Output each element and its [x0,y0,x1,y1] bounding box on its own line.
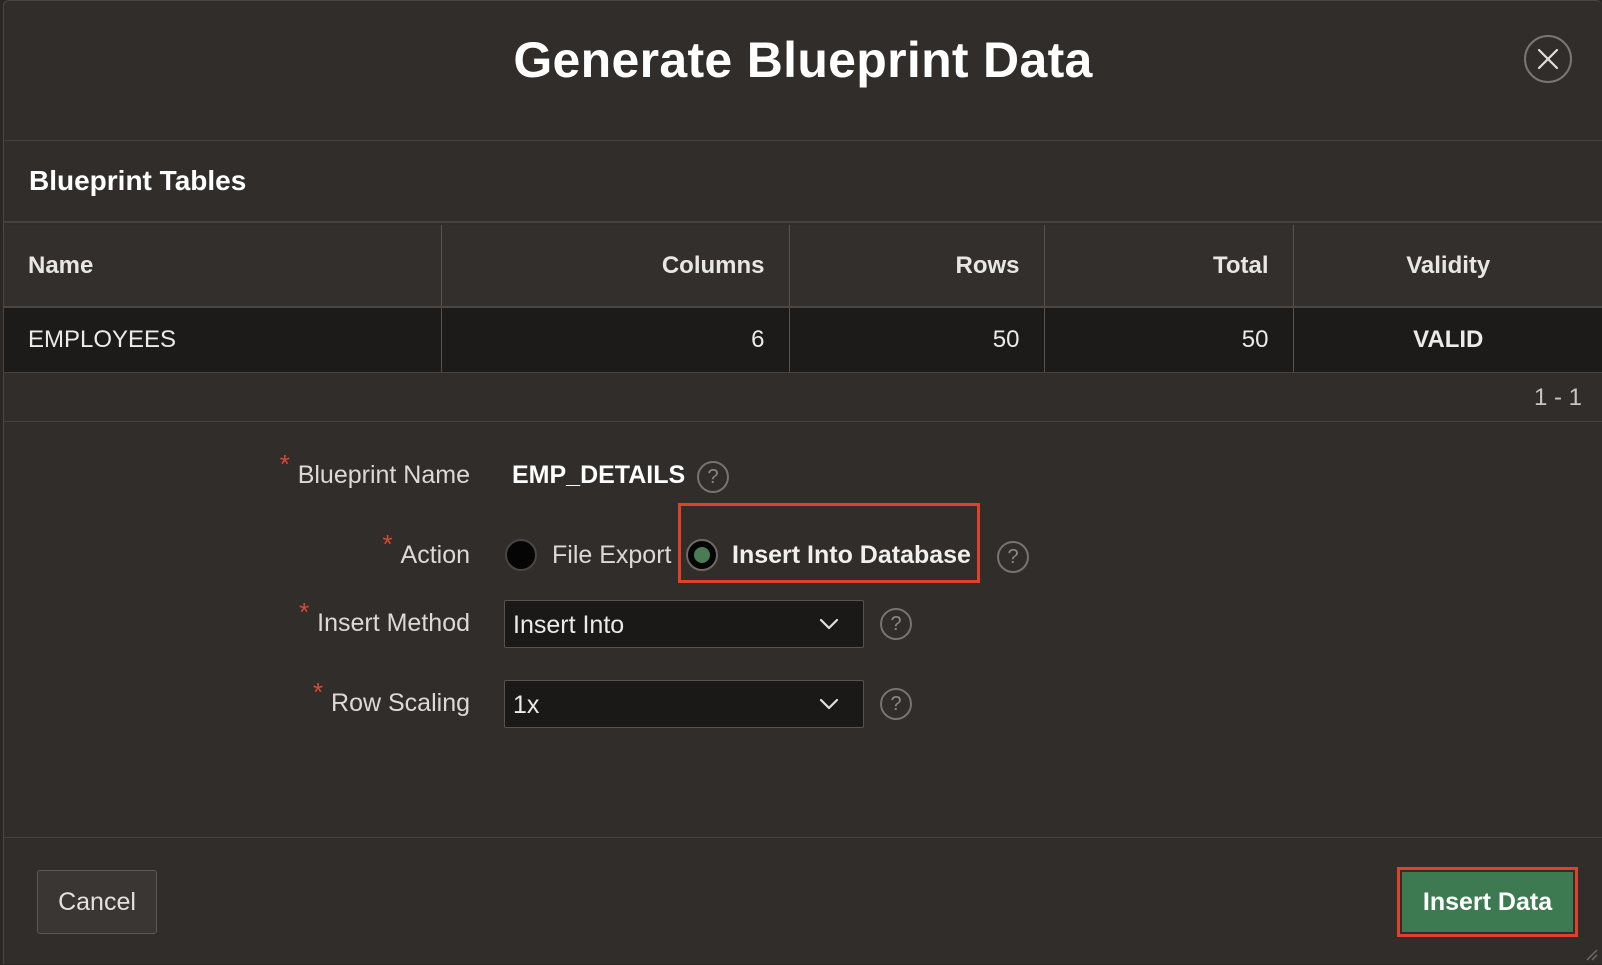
dialog-titlebar: Generate Blueprint Data [4,1,1602,141]
cell-total: 50 [1044,307,1294,373]
required-marker: * [299,597,310,627]
row-scaling-select[interactable]: 1x [504,680,864,728]
file-export-label[interactable]: File Export [552,541,671,570]
column-header-name[interactable]: Name [4,225,442,308]
column-header-validity[interactable]: Validity [1293,225,1602,308]
required-marker: * [382,529,393,559]
blueprint-name-label: Blueprint Name [297,461,470,489]
cancel-button[interactable]: Cancel [37,870,157,934]
action-label-wrap: * Action [383,529,470,570]
chevron-down-icon [819,698,839,710]
column-header-columns[interactable]: Columns [441,225,790,308]
action-row: * Action File Export Insert Into Databas… [4,527,1602,587]
close-button[interactable] [1524,35,1572,83]
required-marker: * [313,677,324,707]
blueprint-name-help-icon[interactable]: ? [697,461,729,493]
chevron-down-icon [819,618,839,630]
action-label: Action [400,541,470,569]
cell-name: EMPLOYEES [4,307,442,373]
row-scaling-value: 1x [513,691,540,719]
blueprint-name-row: * Blueprint Name EMP_DETAILS ? [4,447,1602,507]
insert-method-label: Insert Method [317,609,470,637]
dialog-title: Generate Blueprint Data [513,32,1093,88]
column-header-rows[interactable]: Rows [789,225,1045,308]
row-scaling-label-wrap: * Row Scaling [313,677,470,718]
cell-rows: 50 [789,307,1045,373]
cell-columns: 6 [441,307,790,373]
row-scaling-help-icon[interactable]: ? [880,688,912,720]
pagination-range: 1 - 1 [1533,384,1582,411]
table-row[interactable]: EMPLOYEES 6 50 50 VALID [4,307,1602,373]
insert-method-help-icon[interactable]: ? [880,608,912,640]
blueprint-name-value: EMP_DETAILS [512,461,686,489]
insert-method-select[interactable]: Insert Into [504,600,864,648]
cell-validity: VALID [1293,307,1602,373]
insert-data-button-highlight: Insert Data [1397,867,1578,937]
insert-method-value: Insert Into [513,611,625,639]
insert-into-database-label[interactable]: Insert Into Database [732,541,971,570]
required-marker: * [279,449,290,479]
insert-data-button[interactable]: Insert Data [1402,872,1573,932]
blueprint-name-label-wrap: * Blueprint Name [280,449,470,490]
generate-blueprint-dialog: Generate Blueprint Data Blueprint Tables… [3,0,1602,964]
column-header-total[interactable]: Total [1044,225,1294,308]
row-scaling-label: Row Scaling [331,689,470,717]
blueprint-tables-region-header: Blueprint Tables [4,141,1602,223]
action-help-icon[interactable]: ? [997,541,1029,573]
row-scaling-row: * Row Scaling 1x ? [4,677,1602,737]
region-title: Blueprint Tables [29,165,247,196]
resize-handle-icon[interactable] [1582,945,1598,961]
close-icon [1537,48,1559,70]
insert-into-database-radio[interactable] [686,539,718,571]
insert-method-row: * Insert Method Insert Into ? [4,597,1602,657]
blueprint-tables-grid: Name Columns Rows Total Validity EMPLOYE… [4,225,1602,373]
dialog-footer: Cancel Insert Data [4,837,1602,965]
file-export-radio[interactable] [505,539,537,571]
divider [4,421,1602,422]
table-header-row: Name Columns Rows Total Validity [4,225,1602,308]
insert-method-label-wrap: * Insert Method [299,597,470,638]
